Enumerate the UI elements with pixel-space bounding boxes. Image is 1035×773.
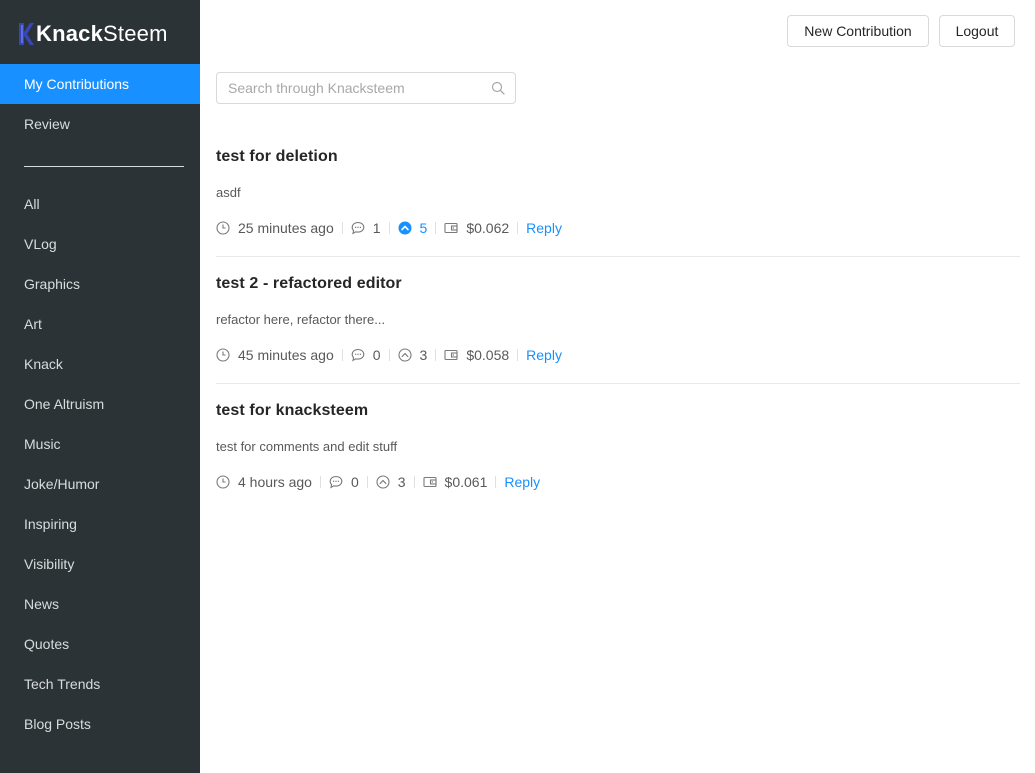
search-input[interactable] [217, 73, 487, 103]
post-meta: 45 minutes ago 0 3 $0.058 Reply [216, 345, 562, 365]
post-votes-count: 5 [419, 220, 428, 236]
sidebar: KnackSteem My Contributions Review All V… [0, 0, 200, 773]
meta-divider [319, 476, 321, 488]
sidebar-item-all[interactable]: All [0, 184, 200, 224]
post-item: test for knacksteem test for comments an… [216, 384, 1020, 511]
wallet-icon [422, 476, 437, 488]
sidebar-item-tech-trends[interactable]: Tech Trends [0, 664, 200, 704]
search-box [216, 72, 516, 104]
sidebar-item-review[interactable]: Review [0, 104, 200, 144]
sidebar-item-one-altruism[interactable]: One Altruism [0, 384, 200, 424]
meta-divider [495, 476, 497, 488]
clock-icon [216, 348, 230, 362]
comment-icon [329, 475, 343, 489]
post-votes[interactable]: 3 [376, 474, 406, 490]
post-time-text: 4 hours ago [238, 474, 312, 490]
post-time-text: 45 minutes ago [238, 347, 334, 363]
meta-divider [517, 349, 519, 361]
upvote-icon [398, 221, 412, 235]
post-excerpt: refactor here, refactor there... [216, 312, 386, 327]
sidebar-item-graphics[interactable]: Graphics [0, 264, 200, 304]
post-payout-value: $0.061 [444, 474, 488, 490]
reply-link[interactable]: Reply [504, 474, 540, 490]
post-payout: $0.058 [444, 347, 509, 363]
post-time: 25 minutes ago [216, 220, 334, 236]
sidebar-item-visibility[interactable]: Visibility [0, 544, 200, 584]
meta-divider [341, 222, 343, 234]
post-excerpt: asdf [216, 185, 241, 200]
post-meta: 4 hours ago 0 3 $0.061 Reply [216, 472, 540, 492]
sidebar-category-nav: All VLog Graphics Art Knack One Altruism… [0, 184, 200, 744]
post-meta: 25 minutes ago 1 5 $0.062 Reply [216, 218, 562, 238]
reply-link[interactable]: Reply [526, 347, 562, 363]
post-comments-count: 0 [350, 474, 359, 490]
meta-divider [341, 349, 343, 361]
post-payout: $0.061 [422, 474, 488, 490]
post-votes[interactable]: 5 [398, 220, 428, 236]
post-payout: $0.062 [444, 220, 509, 236]
post-excerpt: test for comments and edit stuff [216, 439, 398, 454]
logout-button[interactable]: Logout [939, 15, 1015, 47]
search-icon[interactable] [491, 81, 505, 95]
clock-icon [216, 221, 230, 235]
post-payout-value: $0.058 [466, 347, 510, 363]
post-comments[interactable]: 0 [351, 347, 381, 363]
comment-icon [351, 221, 365, 235]
sidebar-item-blog-posts[interactable]: Blog Posts [0, 704, 200, 744]
meta-divider [435, 349, 437, 361]
post-time-text: 25 minutes ago [238, 220, 334, 236]
post-votes-count: 3 [419, 347, 428, 363]
logo-text-bold: Knack [36, 21, 104, 46]
logo[interactable]: KnackSteem [18, 20, 168, 48]
post-item: test 2 - refactored editor refactor here… [216, 257, 1020, 384]
sidebar-item-vlog[interactable]: VLog [0, 224, 200, 264]
post-time: 4 hours ago [216, 474, 312, 490]
meta-divider [388, 349, 390, 361]
comment-icon [351, 348, 365, 362]
app-root: KnackSteem My Contributions Review All V… [0, 0, 1035, 773]
sidebar-item-knack[interactable]: Knack [0, 344, 200, 384]
upvote-icon [376, 475, 390, 489]
meta-divider [366, 476, 368, 488]
sidebar-item-quotes[interactable]: Quotes [0, 624, 200, 664]
post-comments[interactable]: 1 [351, 220, 381, 236]
sidebar-item-art[interactable]: Art [0, 304, 200, 344]
sidebar-item-music[interactable]: Music [0, 424, 200, 464]
post-title[interactable]: test 2 - refactored editor [216, 275, 402, 293]
meta-divider [413, 476, 415, 488]
knacksteem-logo-icon [19, 23, 34, 45]
post-item: test for deletion asdf 25 minutes ago 1 … [216, 130, 1020, 257]
sidebar-item-my-contributions[interactable]: My Contributions [0, 64, 200, 104]
post-title[interactable]: test for deletion [216, 148, 338, 166]
logo-text-light: Steem [103, 21, 168, 46]
sidebar-divider [24, 166, 184, 167]
new-contribution-button[interactable]: New Contribution [787, 15, 929, 47]
post-payout-value: $0.062 [466, 220, 510, 236]
clock-icon [216, 475, 230, 489]
post-time: 45 minutes ago [216, 347, 334, 363]
post-title[interactable]: test for knacksteem [216, 402, 368, 420]
post-votes-count: 3 [397, 474, 406, 490]
wallet-icon [444, 222, 458, 234]
wallet-icon [444, 349, 458, 361]
post-comments-count: 0 [372, 347, 381, 363]
post-comments[interactable]: 0 [329, 474, 359, 490]
post-votes[interactable]: 3 [397, 347, 428, 363]
sidebar-item-news[interactable]: News [0, 584, 200, 624]
sidebar-item-joke-humor[interactable]: Joke/Humor [0, 464, 200, 504]
meta-divider [435, 222, 437, 234]
meta-divider [388, 222, 390, 234]
upvote-icon [397, 348, 412, 362]
post-comments-count: 1 [372, 220, 381, 236]
reply-link[interactable]: Reply [526, 220, 562, 236]
sidebar-primary-nav: My Contributions Review [0, 64, 200, 144]
sidebar-item-inspiring[interactable]: Inspiring [0, 504, 200, 544]
meta-divider [517, 222, 519, 234]
logo-text: KnackSteem [36, 21, 168, 47]
